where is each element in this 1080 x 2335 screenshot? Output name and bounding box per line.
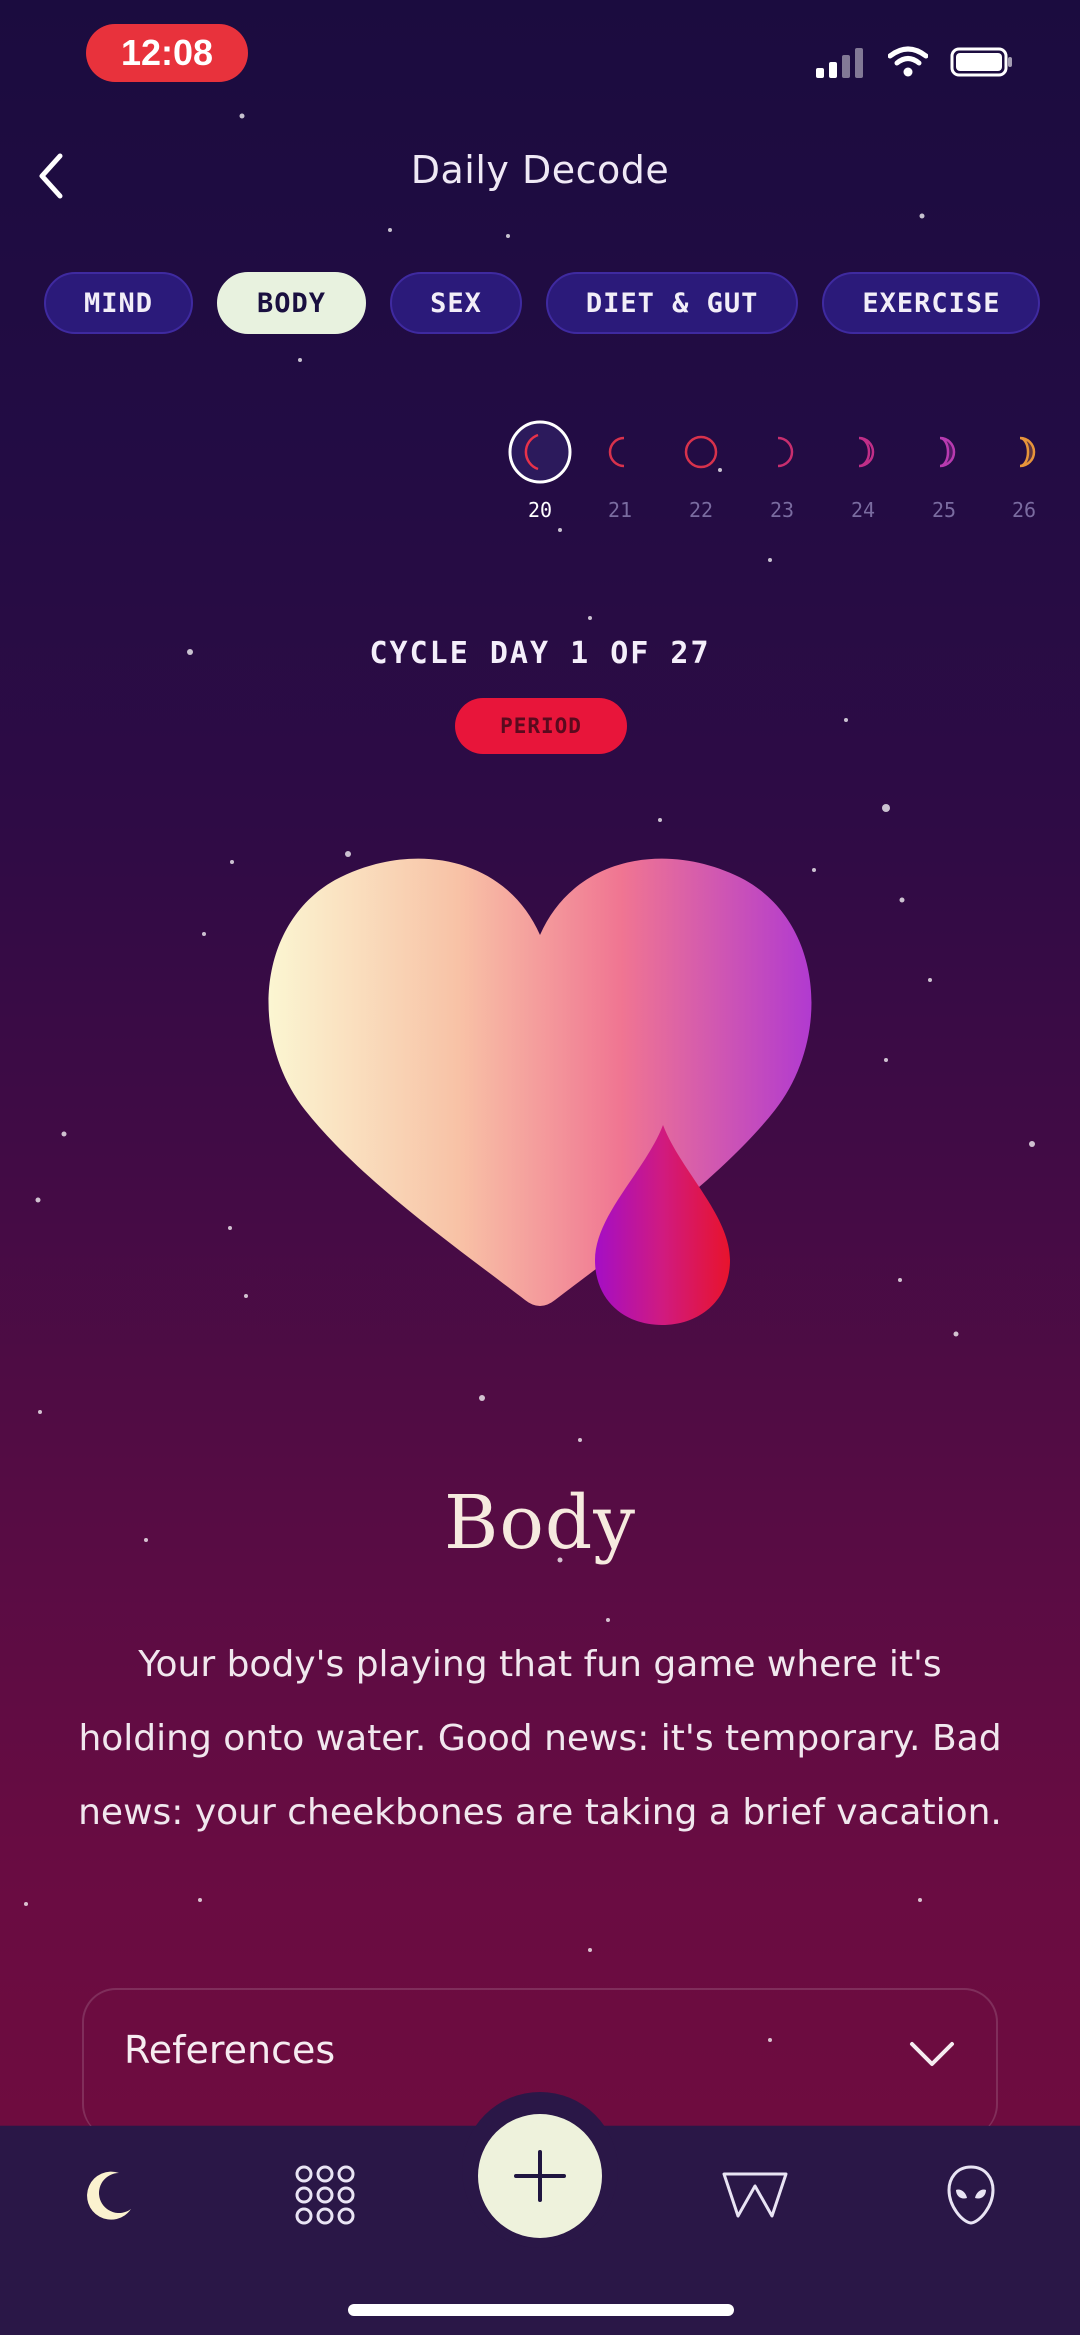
tab-diet-gut[interactable]: DIET & GUT [545, 272, 799, 334]
day-25[interactable]: 25 [904, 420, 984, 522]
day-24[interactable]: 24 [823, 420, 903, 522]
status-icons [814, 40, 1014, 84]
tab-body[interactable]: BODY [217, 272, 367, 334]
day-22[interactable]: 22 [661, 420, 741, 522]
nav-profile[interactable] [926, 2150, 1016, 2240]
grid-icon [295, 2165, 355, 2225]
tab-sex[interactable]: SEX [390, 272, 522, 334]
moon-phase-icon [508, 420, 572, 484]
wifi-icon [888, 46, 928, 77]
section-title: Body [443, 1480, 637, 1566]
phase-badge: PERIOD [455, 698, 627, 754]
day-number: 22 [688, 498, 714, 522]
moon-phase-icon [939, 436, 956, 468]
section-description: Your body's playing that fun game where … [78, 1644, 1002, 1833]
add-button[interactable] [478, 2114, 602, 2238]
day-number: 21 [607, 498, 633, 522]
tab-mind[interactable]: MIND [44, 272, 194, 334]
moon-phase-icon [777, 436, 794, 468]
day-number: 25 [931, 498, 957, 522]
nav-learn[interactable] [710, 2150, 800, 2240]
page-title: Daily Decode [410, 148, 670, 192]
battery-icon [950, 47, 1012, 77]
home-indicator[interactable] [348, 2304, 734, 2316]
day-number: 23 [769, 498, 795, 522]
moon-icon [87, 2171, 131, 2220]
moon-phase-icon [608, 436, 625, 468]
plus-icon [514, 2150, 566, 2202]
day-20[interactable]: 20 [500, 420, 580, 522]
category-tabs: MIND BODY SEX DIET & GUT EXERCISE [44, 272, 1041, 334]
nav-moon[interactable] [66, 2150, 156, 2240]
moon-phase-icon [858, 436, 875, 468]
signal-icon [816, 48, 863, 78]
day-26[interactable]: 26 [984, 420, 1064, 522]
heart-drop-illustration [268, 858, 812, 1325]
alien-icon [947, 2165, 995, 2225]
day-number: 26 [1011, 498, 1037, 522]
moon-phase-icon [684, 435, 718, 469]
tab-exercise[interactable]: EXERCISE [822, 272, 1041, 334]
day-21[interactable]: 21 [580, 420, 660, 522]
w-icon [722, 2172, 788, 2218]
nav-grid[interactable] [280, 2150, 370, 2240]
cycle-day-label: CYCLE DAY 1 OF 27 [369, 636, 711, 671]
chevron-down-icon [910, 2042, 954, 2066]
status-time: 12:08 [86, 24, 248, 82]
day-23[interactable]: 23 [742, 420, 822, 522]
references-label: References [124, 2028, 336, 2072]
day-number: 20 [527, 498, 553, 522]
day-number: 24 [850, 498, 876, 522]
moon-phase-icon [1019, 436, 1036, 468]
